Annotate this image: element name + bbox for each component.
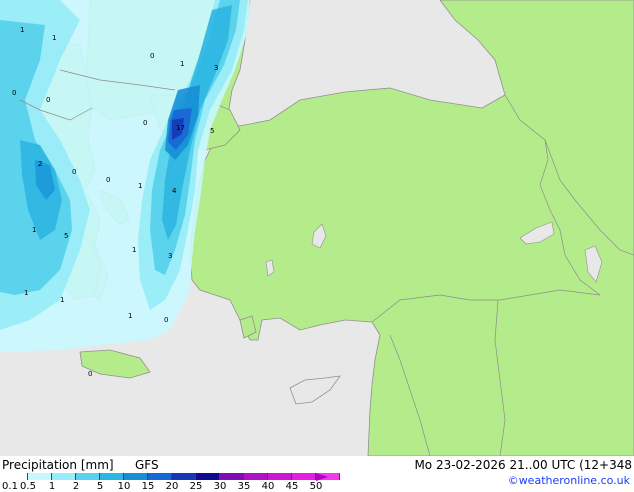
- precip-value-label: 3: [168, 252, 172, 260]
- valid-datetime: Mo 23-02-2026 21..00 UTC (12+348: [414, 458, 632, 472]
- scale-swatch: [76, 473, 100, 480]
- scale-swatch: [124, 473, 148, 480]
- precip-value-label: 1: [180, 60, 184, 68]
- scale-swatch: [4, 473, 28, 480]
- precip-value-label: 5: [210, 127, 214, 135]
- precip-value-label: 0: [106, 176, 110, 184]
- precip-value-label: 0: [12, 89, 16, 97]
- precip-value-label: 17: [176, 124, 185, 132]
- scale-label: 2: [72, 481, 80, 492]
- scale-swatch: [292, 473, 316, 480]
- scale-label: 30: [213, 481, 227, 492]
- scale-label: 5: [96, 481, 104, 492]
- precip-value-label: 1: [32, 226, 36, 234]
- precip-value-label: 0: [88, 370, 92, 378]
- color-scale: [4, 473, 340, 480]
- precip-value-label: 0: [72, 168, 76, 176]
- map-panel: 1 1 1 0 0 0 3 0 17 5 2 0 0 1 4 1 5 1 3 1 1 1 0 0 Precipitation …: [0, 0, 634, 492]
- map-footer: Precipitation [mm] GFS Mo 23-02-2026 21.…: [0, 456, 634, 492]
- scale-label: 0.1: [2, 481, 18, 492]
- precip-value-label: 0: [164, 316, 168, 324]
- scale-label: 40: [261, 481, 275, 492]
- scale-label: 15: [141, 481, 155, 492]
- scale-label: 50: [309, 481, 323, 492]
- scale-swatch: [220, 473, 244, 480]
- model-name: GFS: [135, 458, 159, 472]
- precip-value-label: 2: [38, 160, 42, 168]
- precip-value-label: 1: [52, 34, 56, 42]
- precip-value-label: 4: [172, 187, 177, 195]
- scale-swatch: [100, 473, 124, 480]
- precip-value-label: 1: [138, 182, 142, 190]
- precip-value-label: 1: [132, 246, 136, 254]
- precip-value-label: 3: [214, 64, 218, 72]
- scale-swatch: [52, 473, 76, 480]
- precip-value-label: 1: [24, 289, 28, 297]
- scale-swatch: [196, 473, 220, 480]
- scale-label: 1: [48, 481, 56, 492]
- scale-label: 10: [117, 481, 131, 492]
- scale-label: 45: [285, 481, 299, 492]
- precip-value-label: 1: [128, 312, 132, 320]
- scale-swatch: [244, 473, 268, 480]
- map-title: Precipitation [mm]: [2, 458, 114, 472]
- scale-swatch: [28, 473, 52, 480]
- precip-value-label: 5: [64, 232, 68, 240]
- precip-value-label: 1: [20, 26, 24, 34]
- precip-value-label: 1: [60, 296, 64, 304]
- precip-value-label: 0: [46, 96, 50, 104]
- scale-label: 0.5: [20, 481, 36, 492]
- scale-swatch: [268, 473, 292, 480]
- precip-value-label: 0: [143, 119, 147, 127]
- scale-swatch: [172, 473, 196, 480]
- credit-link[interactable]: ©weatheronline.co.uk: [508, 474, 630, 487]
- scale-arrow: [316, 473, 328, 481]
- precip-value-label: 0: [150, 52, 154, 60]
- scale-label: 20: [165, 481, 179, 492]
- scale-swatch: [148, 473, 172, 480]
- precipitation-map: 1 1 1 0 0 0 3 0 17 5 2 0 0 1 4 1 5 1 3 1 1 1 0 0: [0, 0, 634, 456]
- scale-label: 35: [237, 481, 251, 492]
- scale-label: 25: [189, 481, 203, 492]
